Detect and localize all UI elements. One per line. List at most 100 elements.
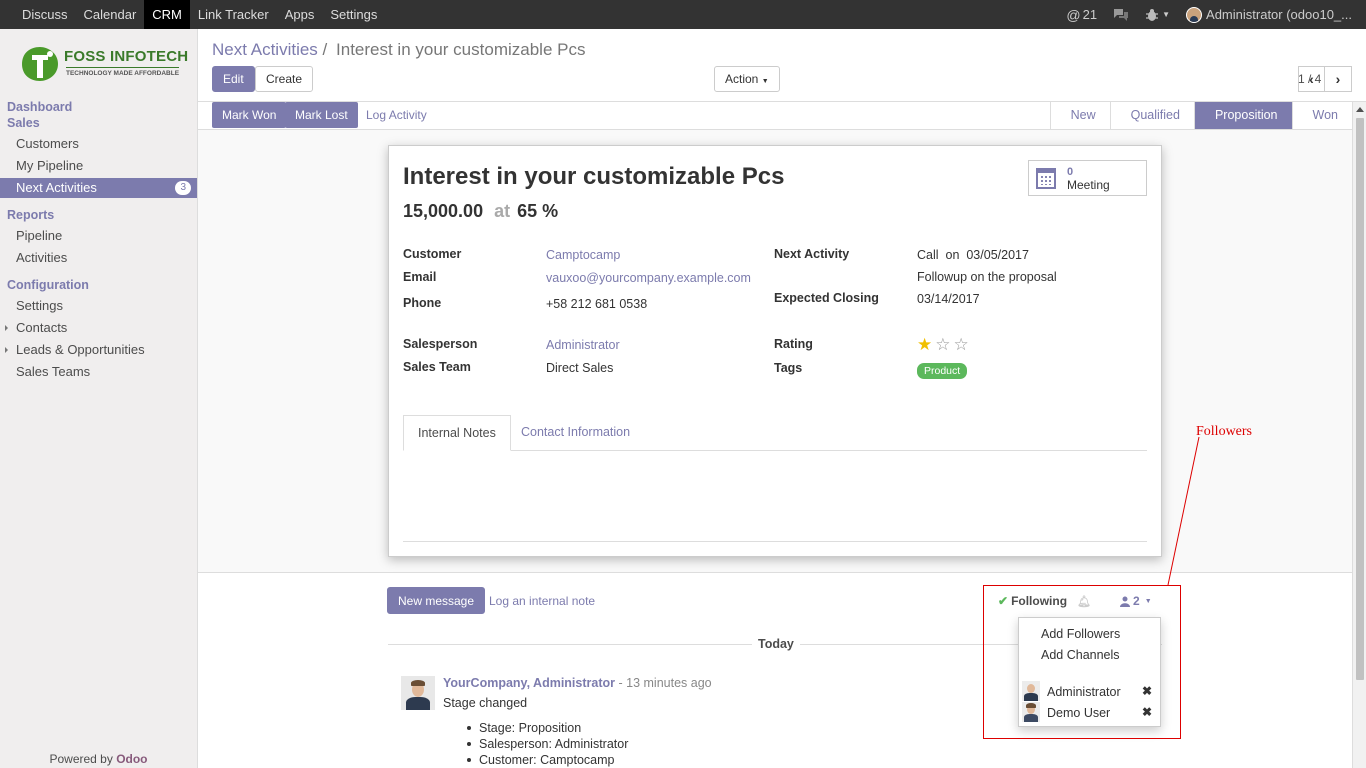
pager: 1 / 4 ‹ › bbox=[1298, 66, 1352, 92]
tracking-values: Stage: Proposition Salesperson: Administ… bbox=[466, 720, 628, 768]
sidebar-item-label: Contacts bbox=[16, 320, 68, 335]
customer-label: Customer bbox=[403, 247, 462, 261]
pager-value[interactable]: 1 / 4 bbox=[1298, 72, 1321, 86]
sidebar: FOSS INFOTECH TECHNOLOGY MADE AFFORDABLE… bbox=[0, 29, 198, 768]
new-message-button[interactable]: New message bbox=[387, 587, 486, 614]
phone-label: Phone bbox=[403, 296, 442, 310]
stage-pipeline: New Qualified Proposition Won bbox=[1049, 102, 1352, 129]
sidebar-item-customers[interactable]: Customers bbox=[0, 134, 197, 154]
stage-qualified[interactable]: Qualified bbox=[1109, 102, 1194, 129]
bug-icon bbox=[1146, 8, 1159, 21]
stage-new[interactable]: New bbox=[1049, 102, 1110, 129]
sidebar-item-sales-teams[interactable]: Sales Teams bbox=[0, 362, 197, 382]
breadcrumb-separator: / bbox=[322, 40, 328, 59]
sidebar-item-label: Activities bbox=[16, 250, 68, 265]
caret-right-icon bbox=[5, 347, 8, 353]
message-author[interactable]: YourCompany, Administrator bbox=[443, 676, 615, 690]
menu-discuss[interactable]: Discuss bbox=[14, 0, 76, 29]
menu-crm[interactable]: CRM bbox=[144, 0, 190, 29]
menu-calendar[interactable]: Calendar bbox=[76, 0, 145, 29]
logo-mark-icon bbox=[22, 47, 58, 81]
form-statusbar: Mark Won Mark Lost Log Activity New Qual… bbox=[198, 102, 1352, 130]
sidebar-item-next-activities[interactable]: Next Activities 3 bbox=[0, 178, 197, 198]
sidebar-item-label: My Pipeline bbox=[16, 158, 84, 173]
vertical-scrollbar[interactable] bbox=[1352, 102, 1366, 768]
sidebar-item-activities[interactable]: Activities bbox=[0, 248, 197, 268]
mark-lost-button[interactable]: Mark Lost bbox=[285, 102, 358, 128]
calendar-icon bbox=[1036, 168, 1056, 189]
customer-link[interactable]: Camptocamp bbox=[546, 248, 620, 262]
sidebar-item-leads-opportunities[interactable]: Leads & Opportunities bbox=[0, 340, 197, 360]
logo-tagline: TECHNOLOGY MADE AFFORDABLE bbox=[66, 67, 180, 77]
star-empty-icon[interactable]: ☆ bbox=[954, 336, 969, 353]
revenue-value: 15,000.00 bbox=[403, 201, 484, 221]
chevron-right-icon: › bbox=[1335, 71, 1341, 87]
sidebar-section-configuration: Configuration bbox=[7, 278, 89, 292]
on-label: on bbox=[945, 248, 960, 262]
avatar-hair bbox=[411, 680, 425, 686]
systray: @ 21 ▼ Administrator (odoo10_... bbox=[1066, 0, 1366, 29]
chat-button[interactable] bbox=[1113, 8, 1129, 21]
mark-won-button[interactable]: Mark Won bbox=[212, 102, 287, 128]
log-activity-button[interactable]: Log Activity bbox=[356, 102, 437, 128]
log-note-button[interactable]: Log an internal note bbox=[489, 594, 595, 608]
breadcrumb-current: Interest in your customizable Pcs bbox=[336, 40, 586, 59]
debug-menu-button[interactable]: ▼ bbox=[1145, 8, 1170, 22]
tag-badge[interactable]: Product bbox=[917, 363, 968, 379]
menu-link-tracker[interactable]: Link Tracker bbox=[190, 0, 277, 29]
app-menu: Discuss Calendar CRM Link Tracker Apps S… bbox=[14, 0, 385, 29]
pager-next-button[interactable]: › bbox=[1325, 66, 1352, 92]
sidebar-item-settings[interactable]: Settings bbox=[0, 296, 197, 316]
action-dropdown[interactable]: Action ▼ bbox=[714, 66, 780, 92]
sidebar-section-reports: Reports bbox=[7, 208, 55, 222]
caret-down-icon: ▼ bbox=[1162, 10, 1171, 19]
salesperson-link[interactable]: Administrator bbox=[546, 338, 620, 352]
caret-down-icon: ▼ bbox=[761, 78, 769, 85]
avatar-body bbox=[406, 697, 430, 710]
create-button[interactable]: Create bbox=[255, 66, 314, 92]
sales-team-value: Direct Sales bbox=[546, 361, 614, 375]
user-avatar bbox=[1186, 6, 1203, 23]
tab-internal-notes[interactable]: Internal Notes bbox=[403, 415, 511, 451]
record-title: Interest in your customizable Pcs bbox=[403, 163, 785, 190]
powered-by[interactable]: Powered by Odoo bbox=[0, 752, 197, 766]
user-menu[interactable]: Administrator (odoo10_... bbox=[1186, 6, 1352, 23]
user-name: Administrator (odoo10_... bbox=[1206, 7, 1352, 22]
breadcrumb: Next Activities / Interest in your custo… bbox=[212, 40, 585, 60]
at-icon: @ bbox=[1066, 6, 1081, 23]
next-activity-value: Call on 03/05/2017 bbox=[917, 248, 1029, 262]
meeting-label: Meeting bbox=[1067, 178, 1110, 192]
breadcrumb-parent[interactable]: Next Activities bbox=[212, 40, 318, 59]
action-label: Action bbox=[725, 72, 759, 86]
edit-button[interactable]: Edit bbox=[212, 66, 255, 92]
mentions-button[interactable]: @ 21 bbox=[1066, 7, 1097, 23]
sidebar-item-pipeline[interactable]: Pipeline bbox=[0, 226, 197, 246]
notebook-tabs: Internal Notes Contact Information bbox=[403, 415, 1147, 451]
stage-proposition[interactable]: Proposition bbox=[1193, 102, 1292, 129]
powered-prefix: Powered by bbox=[49, 752, 113, 766]
scroll-up-icon[interactable] bbox=[1356, 107, 1364, 112]
phone-value: +58 212 681 0538 bbox=[546, 297, 648, 311]
stage-won[interactable]: Won bbox=[1291, 102, 1352, 129]
message-header: YourCompany, Administrator - 13 minutes … bbox=[443, 676, 712, 690]
sidebar-item-label: Next Activities bbox=[16, 180, 97, 195]
probability-value: 65 % bbox=[517, 201, 559, 221]
sidebar-item-my-pipeline[interactable]: My Pipeline bbox=[0, 156, 197, 176]
meeting-count: 0 bbox=[1067, 166, 1074, 178]
scroll-thumb[interactable] bbox=[1356, 118, 1364, 680]
logo-name: FOSS INFOTECH bbox=[64, 48, 189, 65]
menu-settings[interactable]: Settings bbox=[322, 0, 385, 29]
menu-apps[interactable]: Apps bbox=[277, 0, 323, 29]
powered-brand: Odoo bbox=[116, 752, 148, 766]
message-author-avatar[interactable] bbox=[401, 676, 435, 710]
sidebar-item-label: Sales Teams bbox=[16, 364, 91, 379]
star-filled-icon[interactable]: ★ bbox=[917, 336, 932, 353]
meeting-smart-button[interactable]: 0 Meeting bbox=[1028, 160, 1147, 196]
expected-revenue: 15,000.00 at 65 % bbox=[403, 201, 558, 222]
sidebar-item-contacts[interactable]: Contacts bbox=[0, 318, 197, 338]
sidebar-section-dashboard[interactable]: Dashboard bbox=[7, 100, 72, 114]
tab-contact-information[interactable]: Contact Information bbox=[507, 415, 644, 451]
email-link[interactable]: vauxoo@yourcompany.example.com bbox=[546, 271, 751, 285]
annotation-highlight-box bbox=[983, 585, 1181, 739]
star-empty-icon[interactable]: ☆ bbox=[935, 336, 950, 353]
